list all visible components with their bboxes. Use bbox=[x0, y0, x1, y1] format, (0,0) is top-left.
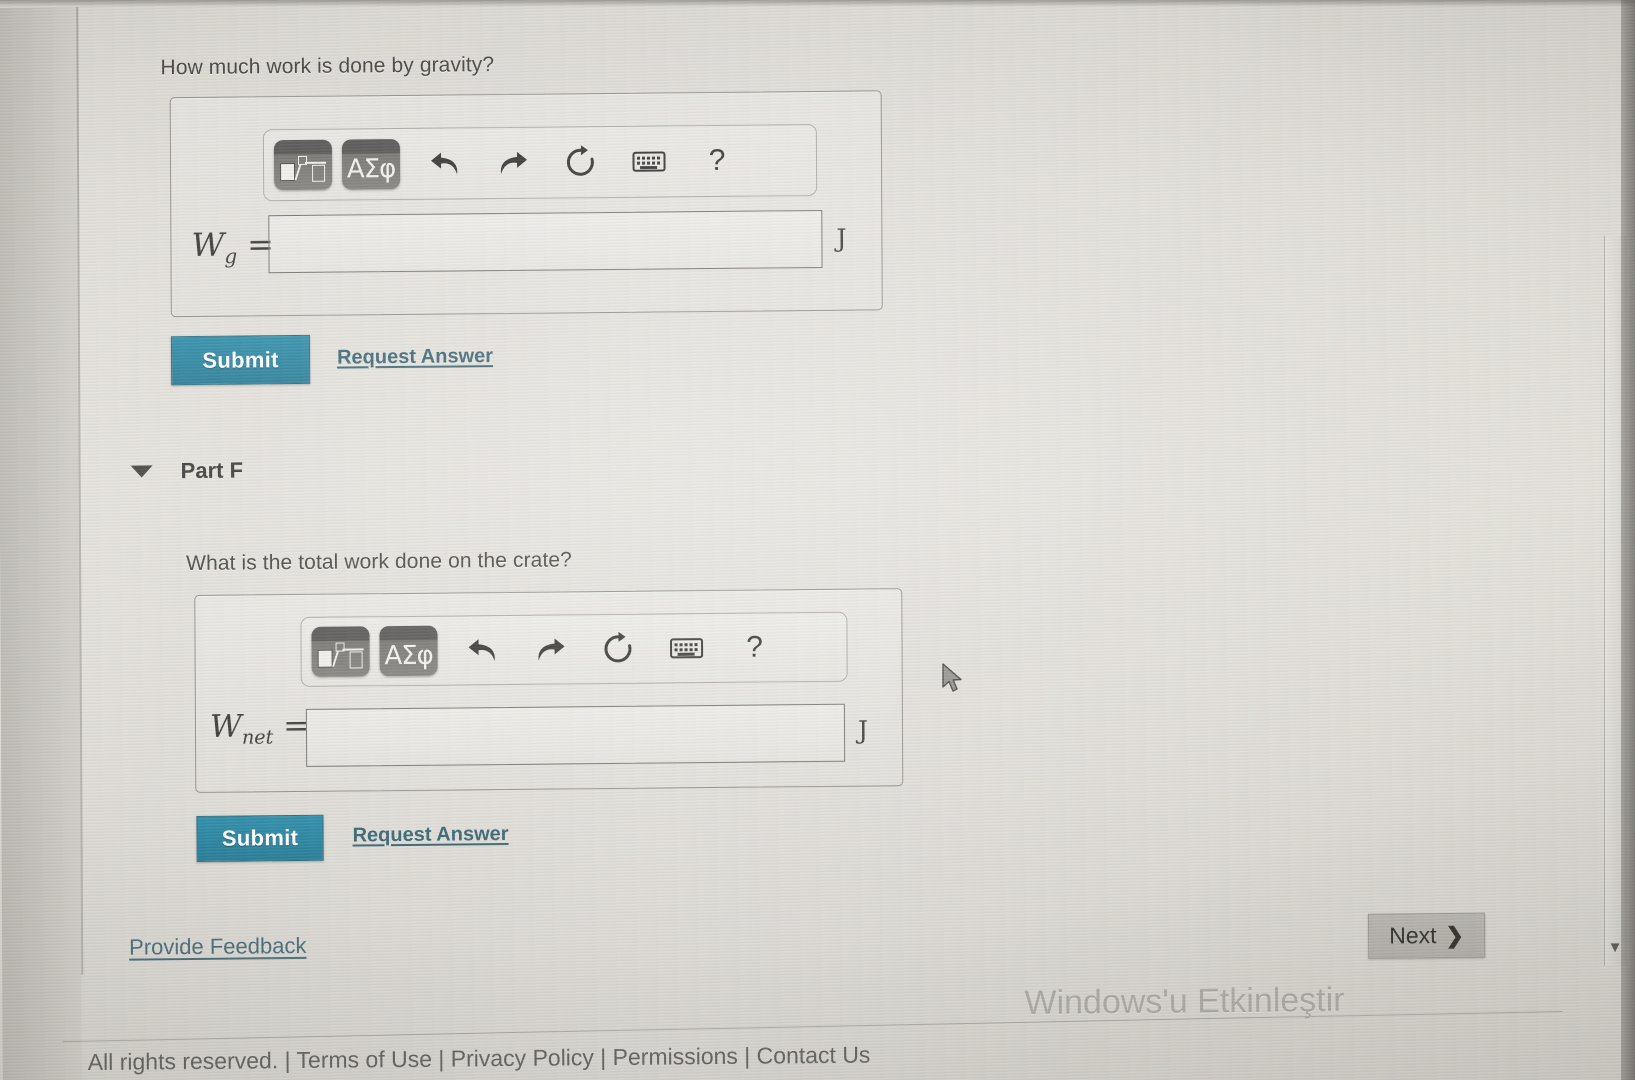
provide-feedback-link[interactable]: Provide Feedback bbox=[129, 933, 306, 961]
variable-symbol: W bbox=[191, 225, 225, 264]
left-gutter bbox=[0, 7, 82, 1080]
reset-icon[interactable] bbox=[558, 139, 604, 185]
variable-symbol: W bbox=[209, 708, 242, 745]
screen-bezel-right bbox=[1621, 0, 1635, 1080]
part-f-header[interactable]: Part F bbox=[130, 457, 244, 485]
screen-bezel-top bbox=[0, 0, 1635, 7]
windows-activation-watermark: Windows'u Etkinleştir bbox=[1024, 980, 1345, 1023]
greek-letters-button[interactable]: ΑΣφ bbox=[341, 138, 401, 190]
math-toolbar-gravity: ΑΣφ ? bbox=[262, 123, 818, 202]
request-answer-link-total-work[interactable]: Request Answer bbox=[352, 823, 508, 847]
variable-label-wg: Wg = bbox=[191, 225, 274, 268]
triangle-down-icon[interactable] bbox=[130, 465, 153, 478]
part-f-label: Part F bbox=[180, 457, 244, 484]
redo-icon[interactable] bbox=[490, 140, 536, 186]
question-prompt-total-work: What is the total work done on the crate… bbox=[186, 548, 572, 576]
reset-icon[interactable] bbox=[595, 626, 641, 672]
variable-subscript: net bbox=[241, 725, 274, 749]
redo-icon[interactable] bbox=[527, 626, 573, 672]
answer-input-wnet[interactable] bbox=[305, 703, 846, 767]
math-template-button[interactable] bbox=[311, 626, 370, 677]
greek-letters-label: ΑΣφ bbox=[346, 153, 396, 185]
keyboard-icon[interactable] bbox=[663, 625, 709, 671]
photographed-screen: How much work is done by gravity? ΑΣφ ? … bbox=[0, 0, 1635, 1080]
submit-button-total-work[interactable]: Submit bbox=[196, 814, 324, 862]
greek-letters-button[interactable]: ΑΣφ bbox=[379, 625, 438, 677]
help-label: ? bbox=[708, 143, 726, 178]
unit-label-wg: J bbox=[836, 223, 847, 253]
answer-panel-total-work: ΑΣφ ? Wnet = J bbox=[194, 588, 904, 793]
unit-label-wnet: J bbox=[857, 715, 869, 745]
answer-panel-gravity: ΑΣφ ? Wg = J bbox=[169, 90, 883, 318]
variable-label-wnet: Wnet = bbox=[210, 708, 309, 749]
next-button[interactable]: Next ❯ bbox=[1367, 912, 1486, 959]
greek-letters-label: ΑΣφ bbox=[384, 640, 433, 671]
question-prompt-gravity: How much work is done by gravity? bbox=[160, 53, 495, 80]
help-label: ? bbox=[746, 630, 763, 664]
answer-input-wg[interactable] bbox=[268, 209, 823, 274]
mastering-physics-page: How much work is done by gravity? ΑΣφ ? … bbox=[0, 0, 1635, 1080]
submit-button-gravity[interactable]: Submit bbox=[170, 334, 311, 386]
math-template-icon bbox=[317, 642, 364, 669]
mouse-cursor bbox=[941, 663, 967, 695]
next-label: Next bbox=[1389, 922, 1437, 949]
help-icon[interactable]: ? bbox=[731, 624, 777, 670]
math-template-icon bbox=[280, 155, 327, 182]
submit-label: Submit bbox=[221, 824, 299, 851]
footer-links[interactable]: All rights reserved. | Terms of Use | Pr… bbox=[88, 1042, 871, 1077]
submit-label: Submit bbox=[202, 346, 279, 373]
request-answer-link-gravity[interactable]: Request Answer bbox=[337, 345, 493, 369]
math-template-button[interactable] bbox=[273, 139, 333, 191]
undo-icon[interactable] bbox=[459, 627, 505, 673]
keyboard-icon[interactable] bbox=[626, 138, 672, 184]
variable-subscript: g bbox=[224, 244, 238, 269]
chevron-right-icon: ❯ bbox=[1445, 922, 1464, 948]
help-icon[interactable]: ? bbox=[694, 138, 740, 184]
math-toolbar-total-work: ΑΣφ ? bbox=[300, 611, 848, 687]
undo-icon[interactable] bbox=[422, 140, 468, 186]
